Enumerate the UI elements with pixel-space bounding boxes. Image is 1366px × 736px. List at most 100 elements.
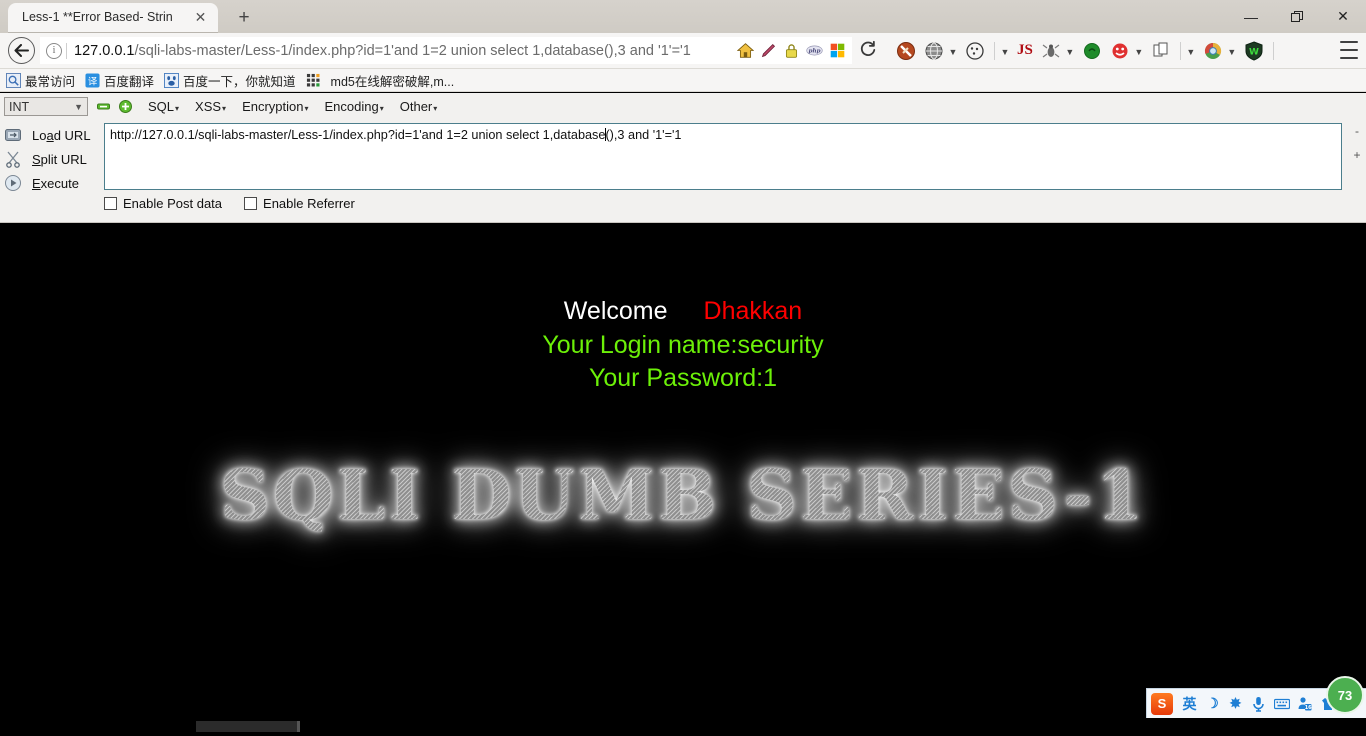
chevron-down-icon[interactable]: ▼	[1134, 40, 1144, 62]
welcome-name: Dhakkan	[703, 297, 803, 325]
split-url-button[interactable]: Split URL	[0, 147, 100, 171]
hackbar-actions: Load URL Split URL Execute	[0, 123, 100, 195]
execute-button[interactable]: Execute	[0, 171, 100, 195]
hackbar-panel: INT ▼ SQL▾ XSS▾ Encryption▾ Encoding▾ Ot…	[0, 93, 1366, 223]
keyboard-icon[interactable]	[1272, 693, 1291, 715]
browser-window: Less-1 **Error Based- String... ✕ + — ✕ …	[0, 0, 1366, 736]
status-badge[interactable]: 73	[1326, 676, 1364, 714]
php-icon[interactable]: php	[806, 42, 823, 59]
sparkle-icon[interactable]: ✸	[1226, 693, 1245, 715]
hackbar-menu-row: INT ▼ SQL▾ XSS▾ Encryption▾ Encoding▾ Ot…	[0, 95, 1366, 118]
windows-icon[interactable]	[829, 42, 846, 59]
bookmark-label: 百度翻译	[104, 74, 155, 89]
chevron-down-icon[interactable]: ▼	[948, 40, 958, 62]
minus-button[interactable]	[97, 100, 110, 113]
menu-sql[interactable]: SQL▾	[148, 99, 179, 114]
banner: SQLI DUMB SERIES-1	[0, 456, 1366, 536]
minimize-button[interactable]: —	[1228, 0, 1274, 33]
menu-xss-label: XSS	[195, 99, 222, 114]
increase-size-button[interactable]: +	[1353, 143, 1360, 167]
new-tab-button[interactable]: +	[232, 6, 256, 30]
menu-encoding[interactable]: Encoding▾	[325, 99, 384, 114]
user-16-icon[interactable]: 16	[1295, 693, 1314, 715]
menu-xss[interactable]: XSS▾	[195, 99, 226, 114]
caret-down-icon: ▾	[175, 104, 180, 113]
bookmark-label: 最常访问	[25, 74, 76, 89]
bug-icon[interactable]	[1040, 40, 1062, 62]
caret-down-icon: ▾	[379, 104, 384, 113]
lock-icon[interactable]	[783, 42, 800, 59]
url-text: 127.0.0.1/sqli-labs-master/Less-1/index.…	[74, 43, 737, 59]
bookmark-label: 百度一下，你就知道	[183, 74, 296, 89]
menu-sql-label: SQL	[148, 99, 175, 114]
chevron-down-icon[interactable]: ▼	[1227, 40, 1237, 62]
type-select[interactable]: INT ▼	[4, 97, 88, 116]
menu-encoding-label: Encoding	[324, 99, 379, 114]
info-icon[interactable]: i	[46, 42, 62, 59]
checkbox-box	[244, 197, 258, 210]
svg-text:php: php	[808, 49, 820, 55]
checkbox-box	[104, 197, 117, 210]
svg-text:16: 16	[1305, 705, 1312, 711]
address-bar[interactable]: i 127.0.0.1/sqli-labs-master/Less-1/inde…	[40, 37, 852, 64]
highlighter-icon[interactable]	[760, 42, 777, 59]
cookie-icon[interactable]	[964, 40, 986, 62]
back-button[interactable]	[8, 37, 35, 64]
browser-tab[interactable]: Less-1 **Error Based- String... ✕	[8, 3, 218, 33]
bookmark-item[interactable]: md5在线解密破解,m...	[306, 71, 455, 90]
close-window-button[interactable]: ✕	[1320, 0, 1366, 33]
sogou-logo-icon[interactable]: S	[1151, 692, 1173, 715]
request-textarea[interactable]: http://127.0.0.1/sqli-labs-master/Less-1…	[104, 123, 1342, 190]
green-circle-icon[interactable]	[1081, 40, 1103, 62]
bookmark-item[interactable]: 译 百度翻译	[85, 71, 154, 90]
banner-title: SQLI DUMB SERIES-1	[219, 456, 1147, 536]
shield-w-icon[interactable]: W	[1243, 40, 1265, 62]
home-icon[interactable]	[737, 42, 754, 59]
menu-other[interactable]: Other▾	[400, 99, 438, 114]
omnibox-icons: php	[737, 42, 852, 59]
window-controls: — ✕	[1228, 0, 1366, 33]
plus-icon	[119, 100, 132, 113]
split-url-icon	[6, 151, 20, 168]
english-mode-icon[interactable]: 英	[1180, 693, 1199, 715]
tab-title: Less-1 **Error Based- String...	[22, 10, 172, 24]
back-arrow-icon	[14, 44, 29, 57]
restore-button[interactable]	[1274, 0, 1320, 33]
chevron-down-icon: ▼	[74, 101, 83, 112]
bookmark-item[interactable]: 最常访问	[6, 71, 75, 90]
moon-icon[interactable]: ☽	[1203, 693, 1222, 715]
reload-button[interactable]	[858, 40, 878, 60]
js-badge[interactable]: JS	[1017, 42, 1033, 59]
chevron-down-icon[interactable]: ▼	[1186, 40, 1196, 62]
page-content: Welcome Dhakkan Your Login name:security …	[0, 224, 1366, 718]
svg-text:译: 译	[88, 76, 98, 87]
welcome-word: Welcome	[563, 297, 668, 325]
decrease-size-button[interactable]: -	[1355, 119, 1359, 143]
chevron-down-icon[interactable]: ▼	[1000, 40, 1010, 62]
reload-icon	[860, 40, 876, 56]
omnibox-divider	[66, 42, 67, 59]
bookmark-item[interactable]: 百度一下，你就知道	[164, 71, 296, 90]
microphone-icon[interactable]	[1249, 693, 1268, 715]
globe-icon[interactable]	[923, 40, 945, 62]
plus-button[interactable]	[119, 100, 132, 113]
block-script-icon[interactable]	[895, 40, 917, 62]
apps-icon	[306, 73, 320, 86]
chevron-down-icon[interactable]: ▼	[1065, 40, 1075, 62]
bookmark-label: md5在线解密破解,m...	[330, 74, 455, 89]
enable-post-data-checkbox[interactable]: Enable Post data	[104, 196, 222, 211]
chrome-ball-icon[interactable]	[1202, 40, 1224, 62]
close-icon[interactable]: ✕	[193, 10, 208, 25]
taskbar-item[interactable]	[196, 721, 300, 732]
enable-referrer-checkbox[interactable]: Enable Referrer	[244, 196, 355, 211]
extensions-divider	[1272, 41, 1274, 60]
request-text-after-caret: (),3 and '1'='1	[605, 128, 682, 142]
extensions-divider	[1179, 41, 1181, 60]
menu-encryption[interactable]: Encryption▾	[242, 99, 308, 114]
load-url-button[interactable]: Load URL	[0, 123, 100, 147]
url-host: 127.0.0.1	[74, 42, 135, 59]
copy-page-icon[interactable]	[1150, 40, 1172, 62]
extensions-bar: ▼ ▼ JS ▼ ▼ ▼ ▼ W	[892, 37, 1279, 64]
hamburger-menu-icon[interactable]	[1340, 41, 1358, 59]
red-face-icon[interactable]	[1109, 40, 1131, 62]
